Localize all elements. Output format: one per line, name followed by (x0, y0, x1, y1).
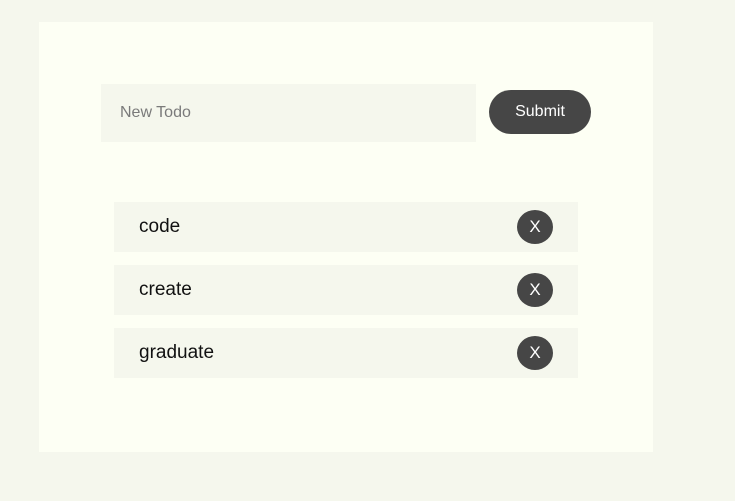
todo-item-code: code X (114, 202, 578, 252)
todo-item-text: code (139, 216, 181, 237)
delete-todo-button[interactable]: X (517, 336, 553, 370)
submit-button[interactable]: Submit (489, 90, 591, 134)
todo-list: code X create X graduate X (114, 202, 578, 391)
todo-card: Submit code X create X graduate X (39, 22, 653, 452)
todo-item-text: graduate (139, 342, 215, 363)
new-todo-input[interactable] (101, 84, 476, 142)
todo-item-create: create X (114, 265, 578, 315)
delete-todo-button[interactable]: X (517, 273, 553, 307)
todo-item-graduate: graduate X (114, 328, 578, 378)
delete-todo-button[interactable]: X (517, 210, 553, 244)
todo-item-text: create (139, 279, 192, 300)
